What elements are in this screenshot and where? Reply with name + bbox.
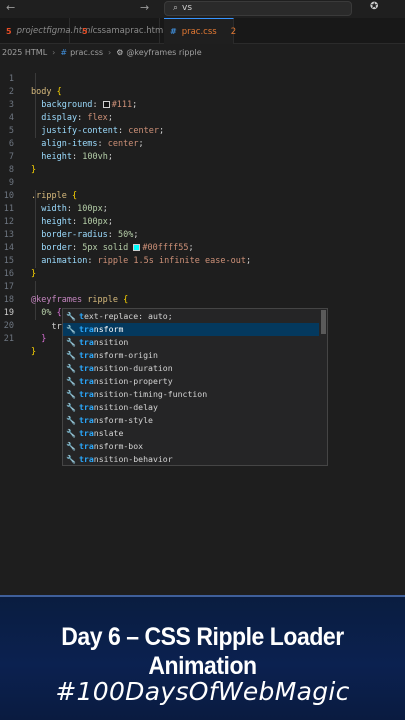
breadcrumb-file[interactable]: prac.css [70,48,103,57]
suggestion-rest: nsition-behavior [93,454,173,464]
suggestion-item[interactable]: 🔧 transform-origin [63,349,319,362]
wrench-icon: 🔧 [66,377,76,386]
suggestion-rest: nsition-duration [93,363,173,373]
problem-count-badge: 2 [230,26,237,37]
wrench-icon: 🔧 [66,416,76,425]
html-icon: 5 [82,26,88,36]
wrench-icon: 🔧 [66,442,76,451]
search-icon: ⌕ [173,3,179,13]
suggestion-rest: nsition-timing-function [93,389,208,399]
suggestion-item[interactable]: 🔧 transition [63,336,319,349]
suggestion-rest: nsition [93,337,129,347]
suggestion-match: tra [79,350,94,360]
tab-label: cssamaprac.html [92,26,166,36]
breadcrumb-folder[interactable]: 2025 HTML [2,48,47,57]
code-line: 8 [0,151,405,175]
suggestion-rest: nsform-box [93,441,144,451]
code-line: 16 [0,255,405,279]
suggestion-match: tra [79,415,94,425]
suggestion-rest: nsform-style [93,415,153,425]
code-line: 2 background: #111; [0,73,405,110]
chevron-right-icon: › [52,47,56,57]
banner-title: Day 6 – CSS Ripple Loader Animation [61,623,344,680]
suggestion-rest: nsition-delay [93,402,158,412]
search-value: vs [182,3,193,13]
editor-tab-bar: 5 projectfigma.html 5 cssamaprac.html # … [0,18,405,44]
chevron-right-icon: › [108,47,112,57]
tab-prac-css[interactable]: # prac.css 2 [164,18,237,44]
code-line: 17 @keyframes ripple { [0,268,405,305]
code-line: 9 .ripple { [0,164,405,201]
wrench-icon: 🔧 [66,455,76,464]
code-line: 15 } [0,242,405,279]
suggestion-match: tra [79,376,94,386]
code-line: 18 0% { [0,281,405,318]
wrench-icon: 🔧 [66,390,76,399]
suggestion-item[interactable]: 🔧 transform-box [63,440,319,453]
suggestion-match: tra [79,324,94,334]
suggestion-item[interactable]: 🔧 transition-delay [63,401,319,414]
tab-label: prac.css [181,26,217,37]
code-line: 12 border-radius: 50%; [0,203,405,240]
suggestion-match: tra [79,389,94,399]
symbol-icon: ⚙ [116,47,124,57]
suggestion-item[interactable]: 🔧 transform-style [63,414,319,427]
suggestion-rest: nsition-property [93,376,173,386]
code-line: 3 display: flex; [0,86,405,123]
suggestion-match: tra [79,428,94,438]
suggestion-item[interactable]: 🔧 transition-duration [63,362,319,375]
forward-arrow-icon[interactable]: → [140,1,149,14]
copilot-icon[interactable]: ✪ [370,1,384,15]
wrench-icon: 🔧 [66,351,76,360]
code-line: 1 body { [0,60,405,97]
wrench-icon: 🔧 [66,403,76,412]
code-line: 4 justify-content: center; [0,99,405,136]
code-line: 7 } [0,138,405,175]
video-title-banner: Day 6 – CSS Ripple Loader Animation #100… [0,595,405,720]
code-line: 10 width: 100px; [0,177,405,214]
tab-cssamaprac[interactable]: 5 cssamaprac.html [76,18,166,44]
html-icon: 5 [6,26,12,36]
autocomplete-suggestions: 🔧 text-replace: auto; 🔧 transform 🔧 transit… [62,308,328,466]
css-icon: # [170,27,177,36]
suggestion-item[interactable]: 🔧 text-replace: auto; [63,310,319,323]
suggestion-item[interactable]: 🔧 transition-behavior [63,453,319,466]
breadcrumb-symbol[interactable]: @keyframes ripple [126,48,201,57]
tab-projectfigma[interactable]: 5 projectfigma.html [0,18,93,44]
suggestion-rest: ext-replace: auto; [83,311,173,321]
suggestion-rest: nsform-origin [93,350,158,360]
suggestion-match: tra [79,454,94,464]
title-bar: ← → ⌕ vs ✪ [0,0,405,18]
code-line: 14 animation: ripple 1.5s infinite ease-… [0,229,405,266]
suggestion-match: tra [79,337,94,347]
suggestion-item[interactable]: 🔧 transition-property [63,375,319,388]
wrench-icon: 🔧 [66,364,76,373]
suggestion-rest: nsform [93,324,124,334]
wrench-icon: 🔧 [66,429,76,438]
code-line: 5 align-items: center; [0,112,405,149]
suggestion-item[interactable]: 🔧 translate [63,427,319,440]
code-line: 6 height: 100vh; [0,125,405,162]
suggestion-match: tra [79,441,94,451]
code-line: 13 border: 5px solid #00ffff55; [0,216,405,253]
suggestion-item-selected[interactable]: 🔧 transform [63,323,319,336]
suggestion-rest: nslate [93,428,124,438]
suggestions-scrollbar[interactable] [321,310,326,334]
suggestion-match: tra [79,402,94,412]
wrench-icon: 🔧 [66,325,76,334]
code-line-current: 19 tra [0,294,405,332]
code-line: 11 height: 100px; [0,190,405,227]
breadcrumb: 2025 HTML › # prac.css › ⚙ @keyframes ri… [0,44,405,60]
suggestion-match: tra [79,363,94,373]
css-icon: # [60,47,68,57]
wrench-icon: 🔧 [66,338,76,347]
banner-hashtag: #100DaysOfWebMagic [55,677,350,706]
line-number: 21 [3,334,14,344]
back-arrow-icon[interactable]: ← [6,1,15,14]
wrench-icon: 🔧 [66,312,76,321]
command-search-box[interactable]: ⌕ vs [164,1,352,16]
suggestion-item[interactable]: 🔧 transition-timing-function [63,388,319,401]
